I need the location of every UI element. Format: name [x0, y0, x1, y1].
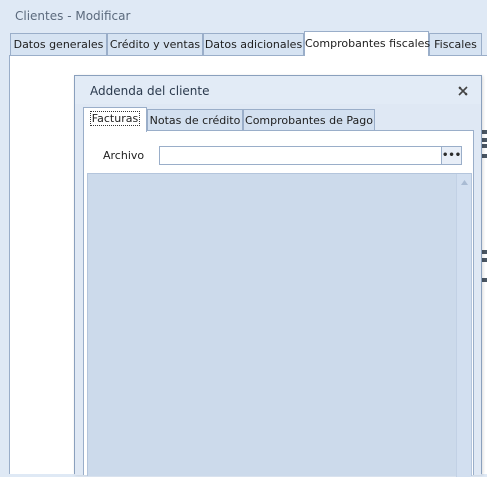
- scroll-up-arrow-icon[interactable]: [460, 179, 469, 186]
- archivo-label: Archivo: [103, 149, 145, 162]
- tab-comprobantes-fiscales[interactable]: Comprobantes fiscales: [304, 31, 431, 56]
- addenda-list-area[interactable]: [87, 173, 472, 477]
- tab-label: Notas de crédito: [149, 114, 241, 127]
- tab-label: Crédito y ventas: [109, 38, 201, 51]
- window-title: Clientes - Modificar: [15, 9, 131, 23]
- tab-label: Comprobantes fiscales: [305, 37, 431, 50]
- tab-fiscales[interactable]: Fiscales: [429, 33, 482, 55]
- tab-label: Fiscales: [434, 38, 477, 51]
- tab-label: Facturas: [89, 111, 141, 126]
- archivo-input[interactable]: [159, 146, 442, 165]
- tab-datos-adicionales[interactable]: Datos adicionales: [203, 33, 304, 55]
- tab-credito-ventas[interactable]: Crédito y ventas: [107, 33, 203, 55]
- browse-button[interactable]: •••: [441, 146, 462, 165]
- tab-facturas[interactable]: Facturas: [83, 107, 147, 132]
- outer-tab-strip: Datos generales Crédito y ventas Datos a…: [0, 31, 487, 56]
- tab-datos-generales[interactable]: Datos generales: [10, 33, 107, 55]
- tab-label: Datos adicionales: [204, 38, 303, 51]
- dialog-title: Addenda del cliente: [75, 76, 481, 104]
- tab-label: Datos generales: [13, 38, 104, 51]
- addenda-dialog: Addenda del cliente Facturas Notas de cr…: [74, 75, 482, 477]
- vertical-scrollbar[interactable]: [456, 174, 471, 477]
- dialog-tab-strip: Facturas Notas de crédito Comprobantes d…: [83, 107, 473, 132]
- tab-label: Comprobantes de Pago: [245, 114, 373, 127]
- close-icon[interactable]: [456, 84, 470, 98]
- tab-notas-credito[interactable]: Notas de crédito: [147, 109, 243, 131]
- dialog-body: Facturas Notas de crédito Comprobantes d…: [75, 104, 481, 477]
- tab-comprobantes-pago[interactable]: Comprobantes de Pago: [243, 109, 375, 131]
- facturas-panel: Archivo •••: [83, 130, 474, 477]
